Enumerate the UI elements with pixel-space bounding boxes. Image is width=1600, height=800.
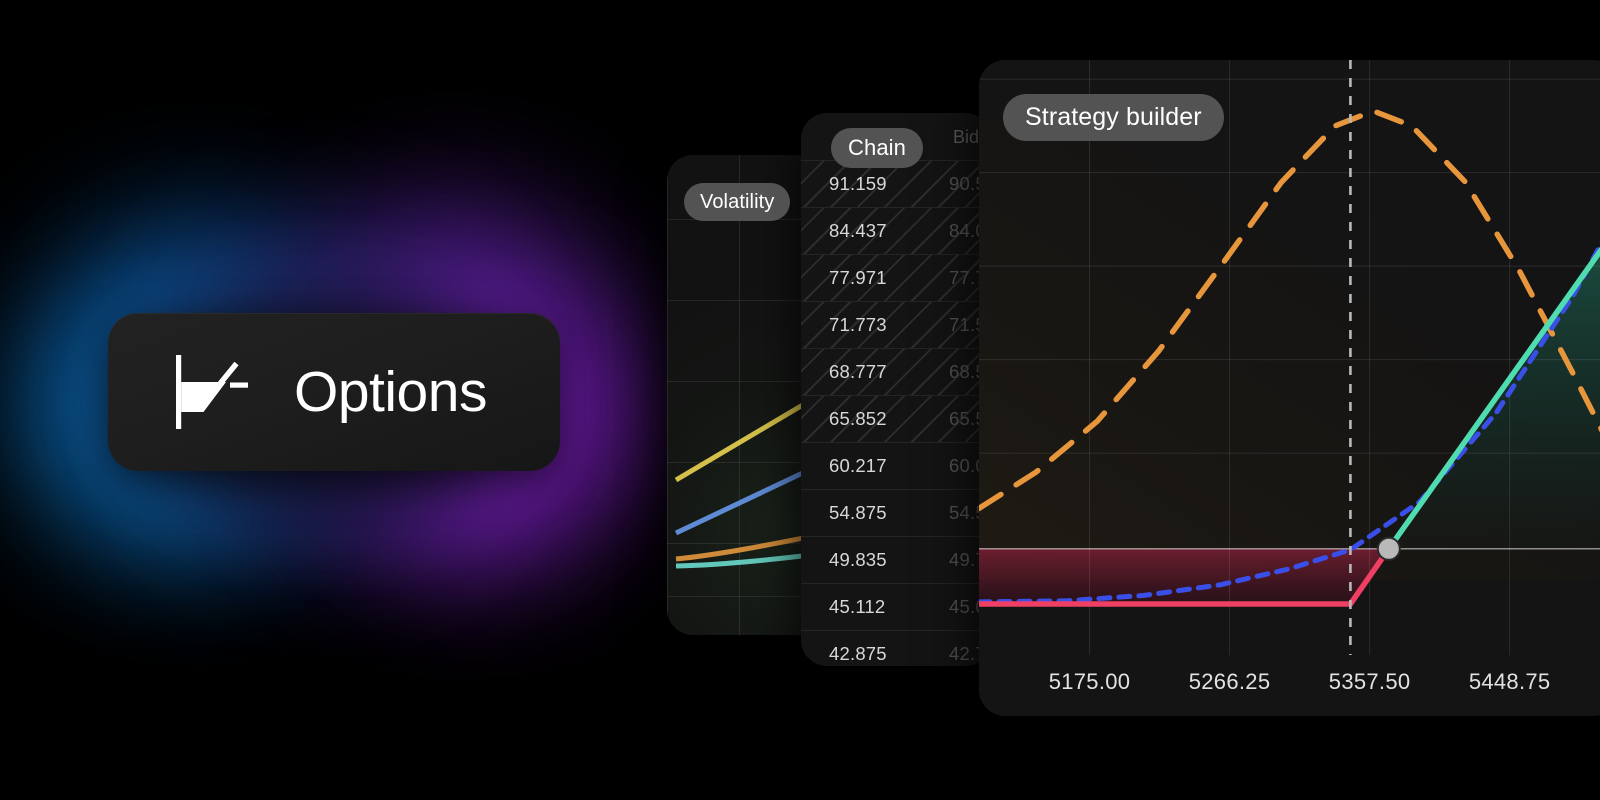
payoff-plot[interactable] [979, 60, 1600, 655]
strategy-title-pill: Strategy builder [1003, 94, 1224, 141]
chain-row[interactable]: 60.21760.00 [801, 442, 991, 489]
payoff-x-axis: 5175.00 5266.25 5357.50 5448.75 [979, 655, 1600, 716]
chain-row[interactable]: 84.43784.00 [801, 207, 991, 254]
chain-strike: 54.875 [829, 502, 887, 523]
breakeven-dot [1376, 536, 1401, 561]
chain-title-pill: Chain [831, 128, 923, 168]
chain-strike: 65.852 [829, 408, 887, 429]
chain-row[interactable]: 77.97177.75 [801, 254, 991, 301]
x-axis-tick: 5357.50 [1328, 669, 1411, 694]
chain-row[interactable]: 71.77371.50 [801, 301, 991, 348]
strategy-builder-card[interactable]: 5175.00 5266.25 5357.50 5448.75 Strategy bu… [979, 60, 1600, 716]
x-axis-tick: 5266.25 [1188, 669, 1271, 694]
chain-strike: 60.217 [829, 455, 887, 476]
chain-strike: 45.112 [829, 596, 886, 617]
payoff-chart-svg [979, 60, 1600, 655]
chain-strike: 77.971 [829, 267, 887, 288]
chain-strike: 71.773 [829, 314, 887, 335]
chain-row[interactable]: 49.83549.75 [801, 536, 991, 583]
strategy-card-body: 5175.00 5266.25 5357.50 5448.75 Strategy bu… [979, 60, 1600, 716]
chain-row[interactable]: 54.87554.50 [801, 489, 991, 536]
chain-strike: 91.159 [829, 173, 887, 194]
chain-card-body: Bid 91.15990.5084.43784.0077.97177.7571.… [801, 113, 991, 666]
chain-row[interactable]: 42.87542.75 [801, 630, 991, 666]
options-label: Options [294, 359, 487, 424]
chain-strike: 84.437 [829, 220, 887, 241]
chain-row[interactable]: 45.11245.00 [801, 583, 991, 630]
volatility-title-pill: Volatility [684, 183, 791, 221]
chain-row[interactable]: 68.77768.50 [801, 348, 991, 395]
chain-row-list[interactable]: 91.15990.5084.43784.0077.97177.7571.7737… [801, 160, 991, 666]
chain-strike: 49.835 [829, 549, 887, 570]
chain-strike: 42.875 [829, 643, 887, 664]
chain-strike: 68.777 [829, 361, 887, 382]
x-axis-tick: 5448.75 [1468, 669, 1551, 694]
options-payoff-icon [176, 355, 248, 429]
x-axis-tick: 5175.00 [1048, 669, 1131, 694]
screenshot-root: Options Volatility Bid 91.159 90. 84.437… [0, 0, 1600, 800]
chain-card[interactable]: Bid 91.15990.5084.43784.0077.97177.7571.… [801, 113, 991, 666]
chain-row[interactable]: 65.85265.50 [801, 395, 991, 442]
chain-column-bid: Bid [952, 127, 979, 147]
options-badge[interactable]: Options [108, 313, 560, 471]
